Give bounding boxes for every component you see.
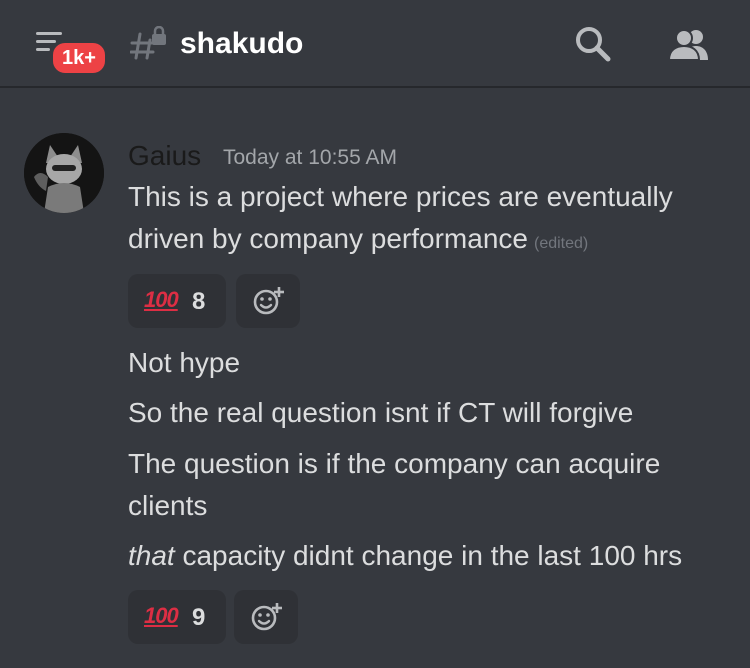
message-line: The question is if the company can acqui… [128, 448, 661, 479]
message-line: that capacity didnt change in the last 1… [128, 535, 682, 577]
add-reaction-icon [253, 287, 284, 315]
reaction-count: 9 [192, 604, 206, 631]
search-icon[interactable] [574, 25, 612, 63]
hundred-points-icon: 100 [144, 287, 179, 312]
locked-channel-icon [130, 26, 166, 60]
channel-header: 1k+ shakudo [0, 0, 750, 88]
reaction-count: 8 [192, 288, 206, 315]
message-line: clients [128, 490, 208, 521]
message-line: This is a project where prices are event… [128, 181, 673, 212]
reaction-100[interactable]: 100 8 [128, 274, 226, 328]
mention-badge: 1k+ [50, 40, 108, 76]
message-line: Not hype [128, 347, 241, 378]
message-line: So the real question isnt if CT will for… [128, 397, 634, 428]
channel-name[interactable]: shakudo [180, 27, 303, 61]
reaction-100[interactable]: 100 9 [128, 590, 226, 644]
message-line-text: driven by company performance [128, 223, 528, 254]
hundred-points-icon: 100 [144, 603, 179, 628]
message-timestamp: Today at 10:55 AM [223, 146, 397, 169]
add-reaction-icon [251, 603, 282, 631]
italic-text: that [128, 540, 175, 571]
message-author[interactable]: Gaius [128, 140, 201, 172]
message-line-text: capacity didnt change in the last 100 hr… [174, 540, 683, 571]
members-icon[interactable] [667, 27, 711, 61]
edited-indicator: (edited) [533, 235, 589, 252]
avatar[interactable] [24, 133, 104, 213]
add-reaction-button[interactable] [236, 274, 300, 328]
add-reaction-button[interactable] [234, 590, 298, 644]
message-line: driven by company performance (edited) [128, 218, 588, 265]
